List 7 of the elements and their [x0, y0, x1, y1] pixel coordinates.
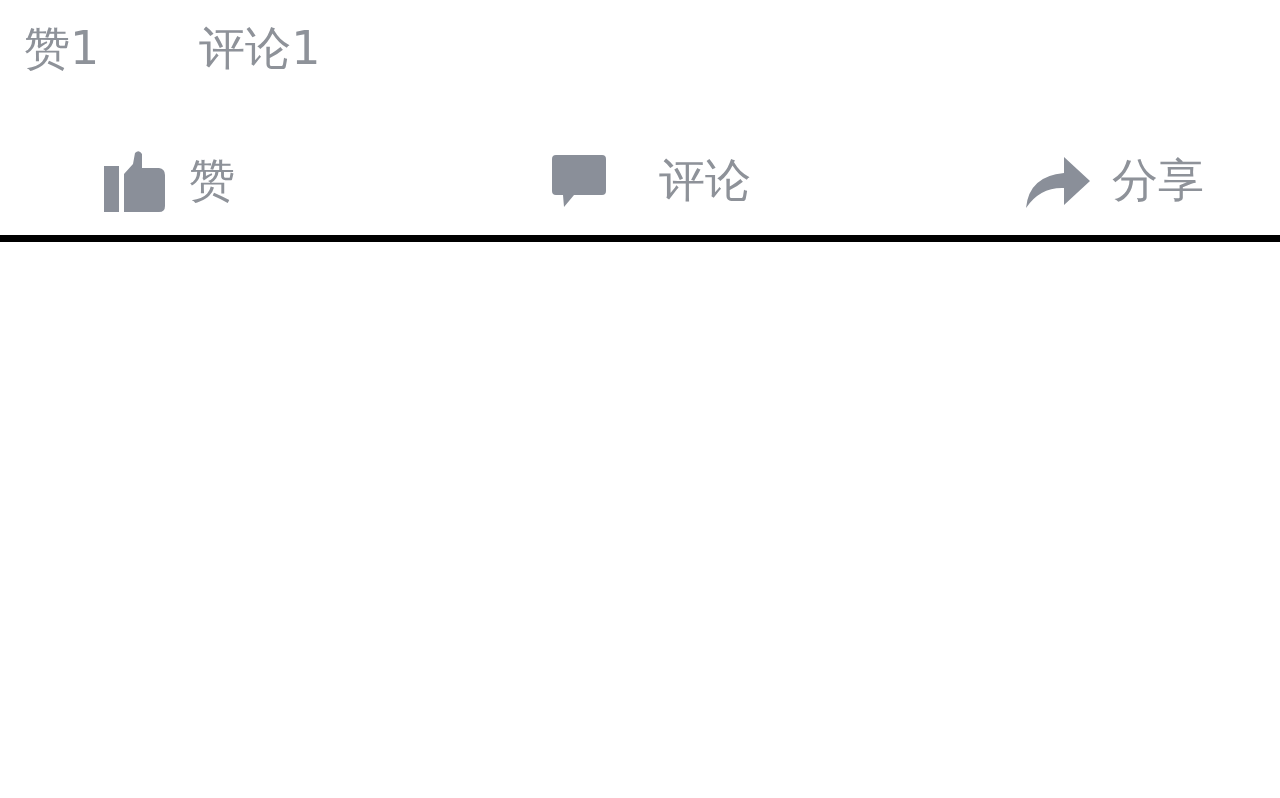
- speech-bubble-icon: [552, 154, 606, 207]
- comment-button[interactable]: 评论: [552, 154, 751, 207]
- like-button[interactable]: 赞: [104, 149, 235, 212]
- thumbs-up-icon: [104, 149, 166, 212]
- share-button[interactable]: 分享: [1026, 153, 1204, 208]
- stat-count: 评论1: [199, 22, 321, 74]
- stat-count: 赞1: [24, 22, 100, 74]
